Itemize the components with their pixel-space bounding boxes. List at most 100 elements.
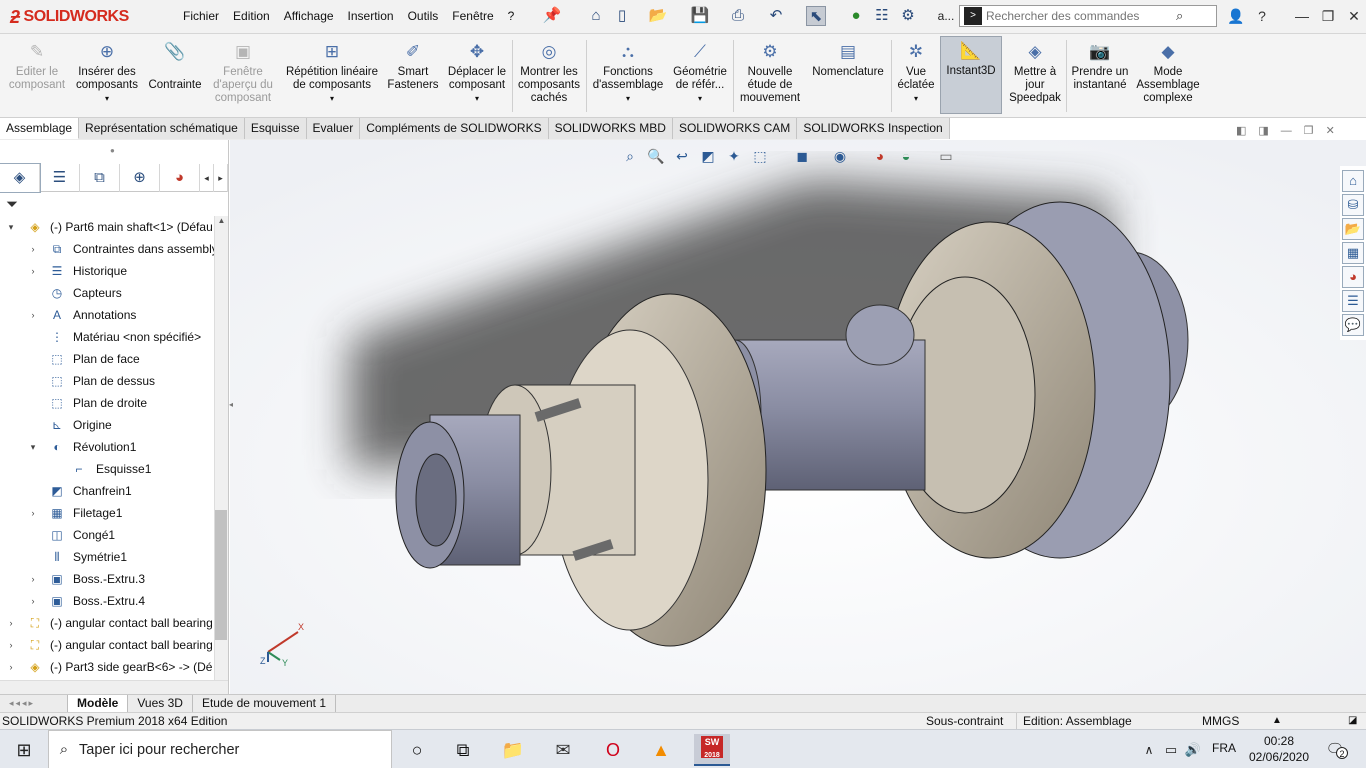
new-document-icon[interactable]: ▯: [612, 6, 632, 26]
reference-geometry-button[interactable]: ⟋ Géométrie de référ... ▾: [668, 38, 732, 105]
tab-representation-schematique[interactable]: Représentation schématique: [79, 118, 245, 139]
insert-components-button[interactable]: ⊕ Insérer des composants ▾: [70, 38, 144, 105]
doc-window-controls[interactable]: ◧◨—❐✕: [1236, 124, 1347, 137]
display-style-icon[interactable]: ◼: [792, 146, 812, 166]
mate-button[interactable]: 📎 Contrainte: [144, 38, 206, 92]
opera-icon[interactable]: O: [600, 738, 626, 762]
scroll-up-icon[interactable]: ▲: [215, 216, 228, 225]
tree-item[interactable]: ◩ Chanfrein1: [0, 480, 214, 502]
exploded-view-button[interactable]: ✲ Vue éclatée ▾: [894, 38, 938, 105]
expand-arrow-icon[interactable]: ›: [6, 634, 16, 656]
close-icon[interactable]: ✕: [1342, 6, 1366, 26]
file-properties-icon[interactable]: ☷: [872, 6, 892, 26]
tree-item[interactable]: › ▣ Boss.-Extru.4: [0, 590, 214, 612]
more-quick-access[interactable]: a...: [934, 6, 958, 26]
expand-arrow-icon[interactable]: ›: [28, 568, 38, 590]
panel-scroll-right[interactable]: ▸: [214, 164, 228, 192]
language-indicator[interactable]: FRA: [1212, 741, 1236, 755]
restore-icon[interactable]: ❐: [1316, 6, 1340, 26]
select-arrow-icon[interactable]: ⬉: [806, 6, 826, 26]
appearances-icon[interactable]: ◕: [1342, 266, 1364, 288]
speedpak-button[interactable]: ◈ Mettre à jour Speedpak: [1004, 38, 1066, 105]
menu-edition[interactable]: Edition: [226, 8, 277, 24]
edit-appearance-icon[interactable]: ◕: [870, 146, 890, 166]
display-manager-icon[interactable]: ◕: [160, 164, 200, 192]
search-icon[interactable]: ⌕: [1176, 8, 1183, 24]
tab-mbd[interactable]: SOLIDWORKS MBD: [548, 118, 673, 139]
filter-icon[interactable]: ⏷: [6, 196, 18, 213]
tree-item[interactable]: ⊾ Origine: [0, 414, 214, 436]
instant3d-button[interactable]: 📐 Instant3D: [940, 36, 1002, 114]
tree-item[interactable]: ⬚ Plan de face: [0, 348, 214, 370]
pin-icon[interactable]: 📌: [542, 6, 562, 26]
tab-cam[interactable]: SOLIDWORKS CAM: [672, 118, 798, 139]
linear-pattern-button[interactable]: ⊞ Répétition linéaire de composants ▾: [280, 38, 384, 105]
custom-properties-icon[interactable]: ☰: [1342, 290, 1364, 312]
help-button[interactable]: ?: [1250, 6, 1274, 26]
tree-item[interactable]: › ⧉ Contraintes dans assembly: [0, 238, 215, 260]
home-icon[interactable]: ⌂: [586, 6, 606, 26]
menu-fenetre[interactable]: Fenêtre: [445, 8, 500, 24]
units-up-icon[interactable]: ▲: [1272, 713, 1282, 729]
view-settings-icon[interactable]: ▭: [936, 146, 956, 166]
tree-item[interactable]: ⬚ Plan de dessus: [0, 370, 214, 392]
menu-insertion[interactable]: Insertion: [341, 8, 401, 24]
component-preview-button[interactable]: ▣ Fenêtre d'aperçu du composant: [206, 38, 280, 105]
expand-arrow-icon[interactable]: ›: [6, 612, 16, 634]
status-help-icon[interactable]: ◪: [1348, 713, 1357, 729]
print-icon[interactable]: ⎙: [728, 6, 748, 26]
tree-item[interactable]: ⬚ Plan de droite: [0, 392, 214, 414]
cortana-icon[interactable]: ○: [404, 738, 430, 762]
collapse-arrow-icon[interactable]: ▾: [28, 436, 38, 458]
clock[interactable]: 00:28 02/06/2020: [1244, 733, 1314, 765]
command-search[interactable]: > ⌕: [959, 5, 1217, 27]
tab-esquisse[interactable]: Esquisse: [244, 118, 307, 139]
tab-modele[interactable]: Modèle: [68, 695, 129, 712]
edit-component-button[interactable]: ✎ Editer le composant: [4, 38, 70, 92]
tree-item[interactable]: › ▦ Filetage1: [0, 502, 214, 524]
dynamic-annotation-icon[interactable]: ✦: [724, 146, 744, 166]
tree-item[interactable]: › ⛶ (-) angular contact ball bearing: [0, 612, 214, 634]
file-explorer-icon[interactable]: 📂: [1342, 218, 1364, 240]
file-explorer-icon[interactable]: 📁: [500, 738, 526, 762]
mail-icon[interactable]: ✉: [550, 738, 576, 762]
search-input[interactable]: [986, 9, 1176, 23]
large-assembly-button[interactable]: ◆ Mode Assemblage complexe: [1132, 38, 1204, 105]
menu-help[interactable]: ?: [501, 8, 522, 24]
tree-item[interactable]: ◫ Congé1: [0, 524, 214, 546]
view-orientation-icon[interactable]: ⬚: [750, 146, 770, 166]
bom-button[interactable]: ▤ Nomenclature: [806, 38, 890, 79]
view-palette-icon[interactable]: ▦: [1342, 242, 1364, 264]
expand-arrow-icon[interactable]: ›: [6, 656, 16, 678]
tab-inspection[interactable]: SOLIDWORKS Inspection: [797, 118, 950, 139]
save-icon[interactable]: 💾: [690, 6, 710, 26]
tree-scroll-thumb[interactable]: [215, 510, 227, 640]
vlc-icon[interactable]: ▲: [648, 738, 674, 762]
panel-scroll-left[interactable]: ◂: [200, 164, 214, 192]
panel-grip[interactable]: ●: [110, 146, 115, 155]
forum-icon[interactable]: 💬: [1342, 314, 1364, 336]
expand-arrow-icon[interactable]: ›: [28, 304, 38, 326]
panel-splitter-handle[interactable]: ◂: [229, 398, 237, 412]
taskbar-search[interactable]: ⌕ Taper ici pour rechercher: [48, 730, 392, 768]
solidworks-taskbar-button[interactable]: SW 2018: [694, 734, 730, 766]
undo-icon[interactable]: ↶: [766, 6, 786, 26]
section-view-icon[interactable]: ◩: [698, 146, 718, 166]
smart-fasteners-button[interactable]: ✐ Smart Fasteners: [384, 38, 442, 92]
tab-complements[interactable]: Compléments de SOLIDWORKS: [360, 118, 549, 139]
zoom-to-fit-icon[interactable]: ⌕: [620, 146, 640, 166]
windows-start-icon[interactable]: ⊞: [11, 738, 37, 762]
expand-arrow-icon[interactable]: ›: [28, 260, 38, 282]
hide-show-items-icon[interactable]: ◉: [830, 146, 850, 166]
previous-view-icon[interactable]: ↩: [672, 146, 692, 166]
tree-item[interactable]: › ▣ Boss.-Extru.3: [0, 568, 214, 590]
open-icon[interactable]: 📂: [648, 6, 668, 26]
menu-fichier[interactable]: Fichier: [176, 8, 226, 24]
rebuild-traffic-light-icon[interactable]: ●: [846, 6, 866, 26]
tree-item[interactable]: › ⛶ (-) angular contact ball bearing: [0, 634, 214, 656]
tree-item[interactable]: ▾ ◐ Révolution1: [0, 436, 214, 458]
tree-item[interactable]: ◷ Capteurs: [0, 282, 214, 304]
featuremanager-icon[interactable]: ◈: [0, 163, 41, 193]
options-gear-icon[interactable]: ⚙: [898, 6, 918, 26]
expand-arrow-icon[interactable]: ›: [28, 502, 38, 524]
